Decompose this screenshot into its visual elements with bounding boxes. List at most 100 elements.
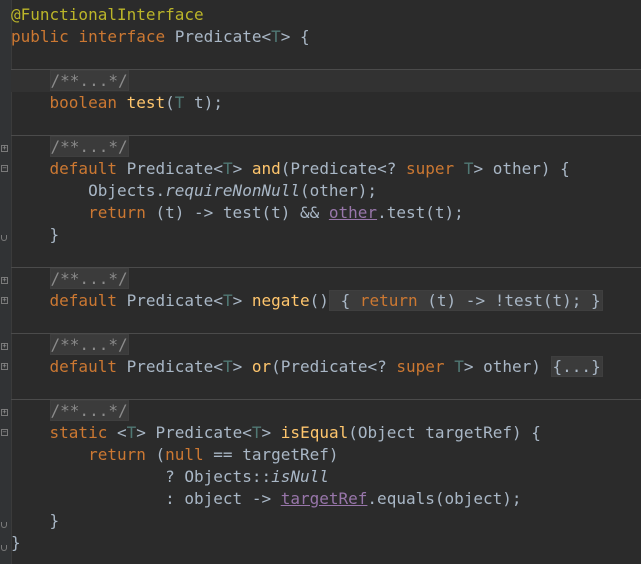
method-name: isEqual [280, 423, 349, 442]
call-tail: .equals(object); [367, 489, 522, 508]
code-line[interactable]: Objects.requireNonNull(other); [11, 180, 641, 202]
type-name: Predicate [126, 357, 214, 376]
captured-variable: targetRef [280, 489, 368, 508]
fold-collapse-icon[interactable]: − [1, 429, 8, 436]
code-line-current[interactable]: /**...*/ [11, 70, 641, 92]
brace: { [330, 291, 360, 310]
params: (Predicate<? [280, 159, 407, 178]
lambda: (t) -> test(t) && [145, 203, 329, 222]
angle-open: < [213, 159, 223, 178]
code-line[interactable]: ? Objects::isNull [11, 466, 641, 488]
code-line[interactable]: return (null == targetRef) [11, 444, 641, 466]
type-parameter: T [222, 357, 233, 376]
folded-javadoc[interactable]: /**...*/ [49, 136, 129, 157]
method-name: and [251, 159, 281, 178]
fold-expand-icon[interactable]: + [1, 363, 8, 370]
folded-body[interactable]: {...} [550, 356, 603, 377]
type-parameter: T [222, 159, 233, 178]
type-name: Predicate [155, 423, 243, 442]
folded-body[interactable]: { return (t) -> !test(t); } [328, 290, 603, 311]
fold-expand-icon[interactable]: + [1, 343, 8, 350]
ternary-true: ? Objects:: [165, 467, 272, 486]
fold-expand-icon[interactable]: + [1, 409, 8, 416]
code-line[interactable]: } [11, 510, 641, 532]
code-line[interactable]: /**...*/ [11, 334, 641, 356]
params: > other) [463, 357, 551, 376]
code-line[interactable]: @FunctionalInterface [11, 4, 641, 26]
keyword: super [406, 159, 455, 178]
keyword: default [49, 291, 117, 310]
annotation: @FunctionalInterface [11, 5, 204, 24]
params: (Object targetRef) { [348, 423, 541, 442]
params: (Predicate<? [271, 357, 397, 376]
angle-close: > [261, 423, 272, 442]
args: (other); [299, 181, 378, 200]
keyword: return [359, 291, 418, 310]
brace: } [49, 225, 60, 244]
keyword: default [49, 159, 117, 178]
angle-close: > [232, 159, 243, 178]
code-line[interactable]: boolean test(T t); [11, 92, 641, 114]
folded-javadoc[interactable]: /**...*/ [49, 268, 129, 289]
keyword: null [165, 445, 204, 464]
type-parameter: T [126, 423, 137, 442]
angle-close: > [136, 423, 146, 442]
type-parameter: T [454, 357, 464, 376]
paren: ( [145, 445, 166, 464]
type-parameter: T [222, 291, 233, 310]
fold-expand-icon[interactable]: + [1, 277, 8, 284]
selection[interactable]: /**...*/ [49, 70, 129, 91]
code-line[interactable]: /**...*/ [11, 268, 641, 290]
type-parameter: T [174, 93, 185, 112]
code-line[interactable]: default Predicate<T> and(Predicate<? sup… [11, 158, 641, 180]
keyword: static [49, 423, 108, 442]
class-ref: Objects. [88, 181, 166, 200]
folded-javadoc[interactable]: /**...*/ [49, 400, 129, 421]
params: > other) { [473, 159, 570, 178]
params: () [309, 291, 329, 310]
keyword: boolean [49, 93, 117, 112]
angle-close: > [232, 357, 243, 376]
params: t); [184, 93, 223, 112]
code-line[interactable]: } [11, 532, 641, 554]
code-line[interactable]: return (t) -> test(t) && other.test(t); [11, 202, 641, 224]
fold-collapse-icon[interactable]: − [1, 165, 8, 172]
type-parameter: T [251, 423, 262, 442]
type-name: Predicate [126, 159, 214, 178]
folded-javadoc[interactable]: /**...*/ [49, 334, 129, 355]
code-line[interactable]: default Predicate<T> negate() { return (… [11, 290, 641, 312]
brace: } [11, 533, 21, 552]
angle-close: > [232, 291, 243, 310]
fold-end-icon[interactable] [1, 522, 7, 528]
code-line[interactable]: default Predicate<T> or(Predicate<? supe… [11, 356, 641, 378]
fold-end-icon[interactable] [1, 235, 7, 241]
brace: } [49, 511, 60, 530]
code-line[interactable]: : object -> targetRef.equals(object); [11, 488, 641, 510]
fold-expand-icon[interactable]: + [1, 297, 8, 304]
angle-open: < [213, 291, 223, 310]
type-name: Predicate [126, 291, 214, 310]
paren: ( [165, 93, 175, 112]
call-tail: .test(t); [377, 203, 464, 222]
static-method-call: requireNonNull [165, 181, 300, 200]
code-editor[interactable]: + − + + + + + − @FunctionalInterface pub… [0, 0, 641, 564]
ternary-false: : object -> [165, 489, 281, 508]
code-line[interactable]: /**...*/ [11, 400, 641, 422]
fold-end-icon[interactable] [1, 545, 7, 551]
angle-open: < [242, 423, 252, 442]
angle-open: < [261, 27, 272, 46]
method-reference: isNull [271, 467, 329, 486]
keyword: return [88, 203, 146, 222]
code-line[interactable]: static <T> Predicate<T> isEqual(Object t… [11, 422, 641, 444]
keyword: interface [78, 27, 166, 46]
keyword: public [11, 27, 69, 46]
folded-javadoc[interactable]: /**...*/ [49, 70, 129, 91]
lambda: (t) -> !test(t); [417, 291, 582, 310]
interface-name: Predicate [174, 27, 262, 46]
code-line[interactable]: public interface Predicate<T> { [11, 26, 641, 48]
brace: } [581, 291, 601, 310]
keyword: super [396, 357, 445, 376]
code-line[interactable]: /**...*/ [11, 136, 641, 158]
code-line[interactable]: } [11, 224, 641, 246]
fold-expand-icon[interactable]: + [1, 145, 8, 152]
